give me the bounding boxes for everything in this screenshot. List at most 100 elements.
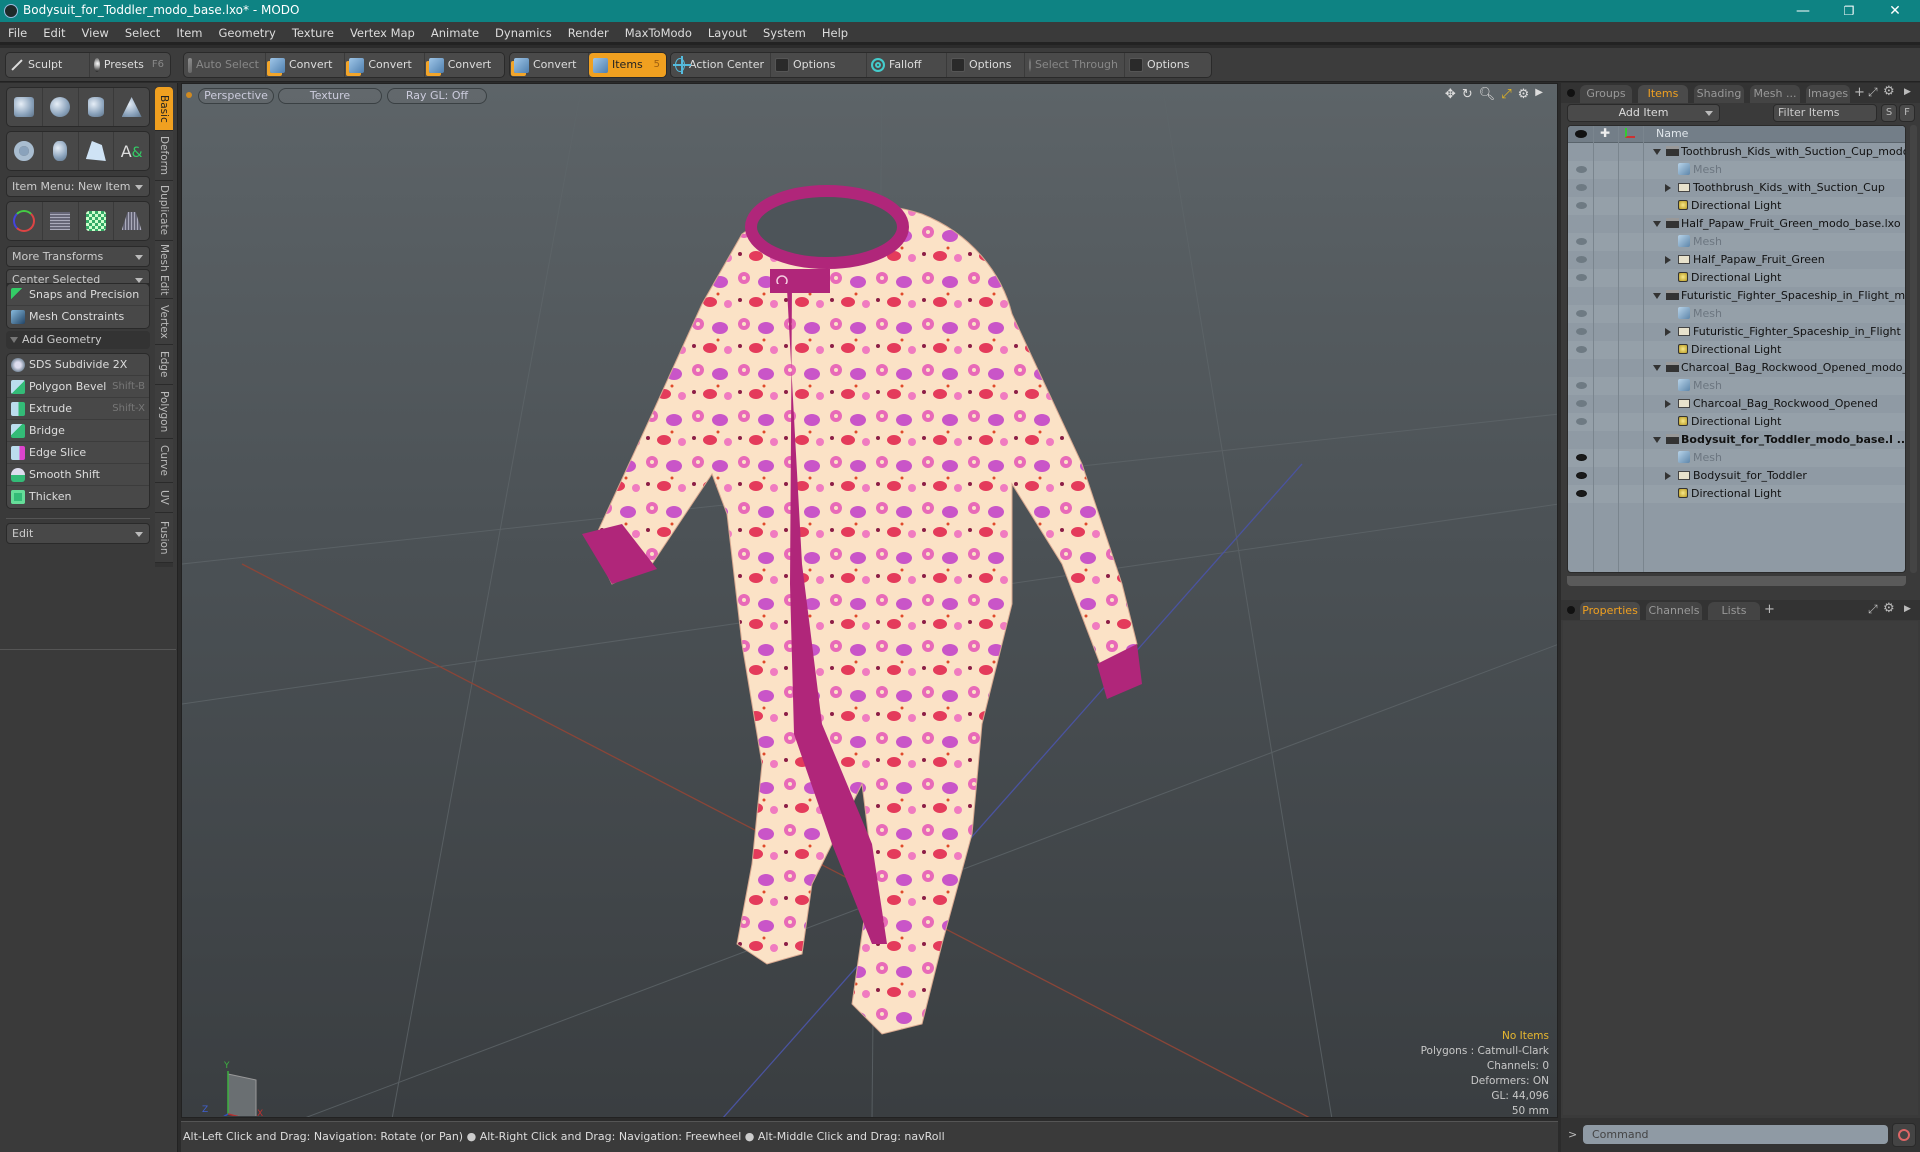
visibility-eye-icon[interactable] (1576, 418, 1587, 425)
visibility-eye-icon[interactable] (1576, 166, 1587, 173)
text-tool-button[interactable]: A& (114, 132, 149, 170)
expand-triangle-icon[interactable] (1653, 293, 1661, 299)
menu-help[interactable]: Help (814, 22, 856, 45)
panel-arrow-icon[interactable]: ▶ (1904, 604, 1911, 614)
action-center-options-button[interactable]: Options (771, 53, 867, 77)
tab-edge[interactable]: Edge (155, 345, 173, 385)
panel-settings-gear-icon[interactable]: ⚙ (1883, 601, 1895, 616)
item-list-horizontal-scrollbar[interactable] (1567, 576, 1906, 586)
convert-polygons-button[interactable]: Convert (425, 53, 504, 77)
panel-menu-dot-icon[interactable] (1567, 89, 1575, 97)
select-through-button[interactable]: Select Through (1025, 53, 1125, 77)
convert-items-button[interactable]: Convert (510, 53, 589, 77)
menu-animate[interactable]: Animate (423, 22, 487, 45)
cone-primitive-button[interactable] (114, 88, 149, 126)
visibility-eye-icon[interactable] (1576, 256, 1587, 263)
panel-settings-gear-icon[interactable]: ⚙ (1883, 84, 1895, 99)
edge-slice-button[interactable]: Edge Slice (7, 442, 149, 464)
visibility-eye-icon[interactable] (1576, 328, 1587, 335)
visibility-eye-icon[interactable] (1576, 454, 1587, 461)
cube-primitive-button[interactable] (7, 88, 43, 126)
tab-duplicate[interactable]: Duplicate (155, 181, 173, 241)
transform-tool-button[interactable] (7, 202, 43, 240)
checker-map-button[interactable] (79, 202, 115, 240)
uv-grid-button[interactable] (43, 202, 79, 240)
visibility-eye-icon[interactable] (1576, 310, 1587, 317)
action-center-button[interactable]: Action Center (671, 53, 771, 77)
menu-system[interactable]: System (755, 22, 814, 45)
mesh-constraints-button[interactable]: Mesh Constraints (7, 306, 149, 328)
expand-panel-icon[interactable]: ⤢ (1868, 602, 1878, 617)
record-macro-button[interactable] (1892, 1123, 1916, 1147)
visibility-eye-icon[interactable] (1576, 274, 1587, 281)
command-input[interactable]: Command (1583, 1125, 1888, 1144)
sculpt-button[interactable]: Sculpt (6, 53, 90, 77)
bridge-button[interactable]: Bridge (7, 420, 149, 442)
visibility-column-eye-icon[interactable] (1575, 130, 1587, 138)
cylinder-primitive-button[interactable] (79, 88, 115, 126)
tab-curve[interactable]: Curve (155, 439, 173, 483)
tab-lists[interactable]: Lists (1708, 602, 1760, 620)
filter-f-button[interactable]: F (1899, 104, 1915, 122)
minimize-button[interactable]: — (1780, 0, 1826, 22)
tab-deform[interactable]: Deform (155, 131, 173, 181)
collapse-triangle-icon[interactable] (1665, 400, 1671, 408)
menu-item[interactable]: Item (168, 22, 210, 45)
more-transforms-dropdown[interactable]: More Transforms (6, 246, 150, 267)
menu-render[interactable]: Render (560, 22, 617, 45)
items-mode-button[interactable]: Items 5 (589, 53, 666, 77)
visibility-eye-icon[interactable] (1576, 202, 1587, 209)
perspective-grid-button[interactable] (114, 202, 149, 240)
tab-groups[interactable]: Groups (1580, 85, 1632, 103)
item-menu-dropdown[interactable]: Item Menu: New Item (6, 176, 150, 197)
tab-shading[interactable]: Shading (1694, 85, 1744, 103)
add-tab-icon[interactable]: + (1764, 602, 1775, 617)
visibility-eye-icon[interactable] (1576, 382, 1587, 389)
convert-vertices-button[interactable]: Convert (266, 53, 346, 77)
visibility-eye-icon[interactable] (1576, 346, 1587, 353)
axis-column-icon[interactable] (1625, 128, 1635, 138)
edit-dropdown[interactable]: Edit (6, 523, 150, 544)
falloff-options-button[interactable]: Options (947, 53, 1025, 77)
lock-column-icon[interactable]: ✚ (1600, 126, 1610, 140)
visibility-eye-icon[interactable] (1576, 184, 1587, 191)
tab-images[interactable]: Images (1806, 85, 1850, 103)
polygon-bevel-button[interactable]: Polygon Bevel Shift-B (7, 376, 149, 398)
menu-layout[interactable]: Layout (700, 22, 755, 45)
auto-select-button[interactable]: Auto Select (184, 53, 266, 77)
tab-mesh[interactable]: Mesh ... (1750, 85, 1800, 103)
menu-texture[interactable]: Texture (284, 22, 342, 45)
add-item-button[interactable]: Add Item (1567, 104, 1720, 122)
smooth-shift-button[interactable]: Smooth Shift (7, 464, 149, 486)
expand-triangle-icon[interactable] (1653, 365, 1661, 371)
panel-arrow-icon[interactable]: ▶ (1904, 87, 1911, 97)
presets-button[interactable]: Presets F6 (90, 53, 170, 77)
visibility-eye-icon[interactable] (1576, 490, 1587, 497)
torus-primitive-button[interactable] (7, 132, 43, 170)
filter-s-button[interactable]: S (1881, 104, 1897, 122)
item-list-vertical-scrollbar[interactable] (1910, 125, 1917, 573)
expand-triangle-icon[interactable] (1653, 437, 1661, 443)
visibility-eye-icon[interactable] (1576, 472, 1587, 479)
expand-panel-icon[interactable]: ⤢ (1868, 85, 1878, 100)
collapse-triangle-icon[interactable] (1665, 184, 1671, 192)
tab-vertex[interactable]: Vertex (155, 299, 173, 345)
add-tab-icon[interactable]: + (1854, 85, 1865, 100)
menu-file[interactable]: File (0, 22, 35, 45)
3d-viewport[interactable]: Perspective Texture Ray GL: Off ✥ ↻ 🔍︎ ⤢… (181, 83, 1558, 1118)
collapse-triangle-icon[interactable] (1665, 328, 1671, 336)
tab-items[interactable]: Items (1638, 85, 1688, 103)
maximize-button[interactable]: ❐ (1826, 0, 1872, 22)
menu-vertex-map[interactable]: Vertex Map (342, 22, 423, 45)
menu-select[interactable]: Select (117, 22, 168, 45)
visibility-eye-icon[interactable] (1576, 400, 1587, 407)
tab-uv[interactable]: UV (155, 483, 173, 513)
falloff-button[interactable]: Falloff (867, 53, 947, 77)
add-geometry-header[interactable]: Add Geometry (6, 331, 150, 349)
tab-basic[interactable]: Basic (155, 87, 173, 131)
tab-fusion[interactable]: Fusion (155, 513, 173, 563)
menu-maxtomodo[interactable]: MaxToModo (617, 22, 700, 45)
extrude-button[interactable]: Extrude Shift-X (7, 398, 149, 420)
convert-edges-button[interactable]: Convert (345, 53, 425, 77)
thicken-button[interactable]: Thicken (7, 486, 149, 508)
